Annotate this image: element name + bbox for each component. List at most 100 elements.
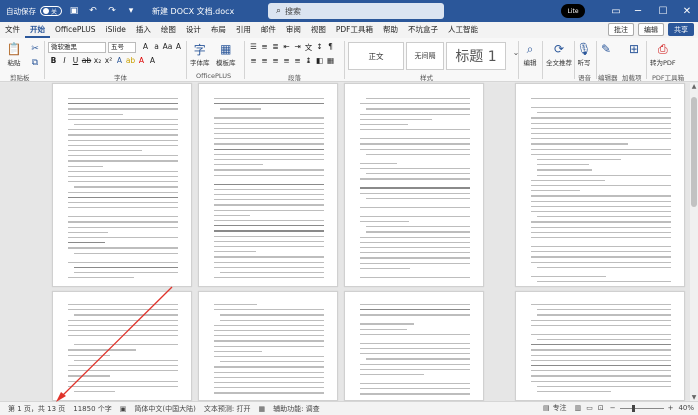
document-page[interactable] [344, 291, 484, 401]
document-page[interactable] [515, 83, 685, 287]
font-size-combo[interactable]: 五号 [108, 42, 136, 53]
font-library-button[interactable]: 字 字体库 [190, 41, 210, 68]
scroll-down-icon[interactable]: ▼ [690, 394, 698, 401]
decrease-indent-icon[interactable]: ⇤ [281, 42, 292, 53]
zoom-level[interactable]: 40% [678, 404, 694, 412]
show-marks-icon[interactable]: ¶ [325, 42, 336, 53]
template-library-button[interactable]: ▦ 模板库 [216, 41, 236, 67]
tab-islide[interactable]: iSlide [100, 22, 130, 38]
tab-review[interactable]: 审阅 [281, 22, 306, 38]
edit-mode-button[interactable]: 编辑 [638, 23, 664, 36]
editor-button[interactable]: ✎ [598, 41, 614, 57]
document-page[interactable] [52, 291, 192, 401]
line-spacing-icon[interactable]: ↨ [303, 56, 314, 65]
shading-icon[interactable]: ◧ [314, 56, 325, 65]
bold-icon[interactable]: B [48, 56, 59, 65]
focus-icon[interactable]: ▤ [543, 404, 550, 412]
macro-icon[interactable]: ▦ [258, 405, 265, 413]
accessibility-status[interactable]: 辅助功能: 调查 [273, 404, 320, 414]
web-layout-icon[interactable]: ⊡ [598, 404, 604, 412]
tab-file[interactable]: 文件 [0, 22, 25, 38]
shrink-font-icon[interactable]: a [151, 42, 162, 51]
more-icon[interactable]: ▾ [124, 4, 138, 18]
tab-design[interactable]: 设计 [181, 22, 206, 38]
share-button[interactable]: 共享 [668, 23, 694, 36]
comment-button[interactable]: 批注 [608, 23, 634, 36]
tab-draw[interactable]: 绘图 [156, 22, 181, 38]
change-case-icon[interactable]: Aa [162, 42, 173, 51]
style-no-spacing[interactable]: 无间隔 [406, 42, 444, 70]
convert-pdf-button[interactable]: ⎙ 转为PDF [650, 41, 676, 68]
document-page[interactable] [344, 83, 484, 287]
print-layout-icon[interactable]: ▭ [586, 404, 593, 412]
vertical-scrollbar[interactable]: ▲ ▼ [690, 83, 698, 401]
bullets-icon[interactable]: ☰ [248, 42, 259, 53]
document-page[interactable] [515, 291, 685, 401]
clear-format-icon[interactable]: A [173, 42, 184, 51]
language-status[interactable]: 简体中文(中国大陆) [134, 404, 195, 414]
document-page[interactable] [198, 83, 338, 287]
increase-indent-icon[interactable]: ⇥ [292, 42, 303, 53]
tab-layout[interactable]: 布局 [206, 22, 231, 38]
style-heading1[interactable]: 标题 1 [446, 42, 506, 70]
tab-insert[interactable]: 插入 [131, 22, 156, 38]
paste-button[interactable]: 📋 粘贴 [6, 41, 22, 67]
tab-mailings[interactable]: 邮件 [256, 22, 281, 38]
tab-view[interactable]: 视图 [306, 22, 331, 38]
autosave-toggle[interactable]: 关 [40, 6, 62, 16]
tab-help[interactable]: 帮助 [378, 22, 403, 38]
autosave-toggle-group[interactable]: 自动保存 关 [6, 6, 62, 17]
tab-pdf-toolbox[interactable]: PDF工具箱 [331, 22, 378, 38]
grow-font-icon[interactable]: A [140, 42, 151, 51]
tab-officeplus[interactable]: OfficePLUS [50, 22, 100, 38]
font-color-icon[interactable]: A [136, 56, 147, 65]
undo-icon[interactable]: ↶ [86, 4, 100, 18]
tab-references[interactable]: 引用 [231, 22, 256, 38]
chinese-layout-icon[interactable]: 文 [303, 42, 314, 53]
subscript-icon[interactable]: x₂ [92, 56, 103, 65]
spellcheck-icon[interactable]: ▣ [120, 405, 127, 413]
text-prediction[interactable]: 文本预测: 打开 [204, 404, 251, 414]
search-box[interactable]: ⌕ 搜索 [268, 3, 444, 19]
font-name-combo[interactable]: 微软雅黑 [48, 42, 106, 53]
read-mode-icon[interactable]: ▥ [575, 404, 582, 412]
text-effects-icon[interactable]: A [114, 56, 125, 65]
tab-bukeng[interactable]: 不坑盒子 [403, 22, 443, 38]
scroll-thumb[interactable] [691, 97, 697, 207]
char-shading-icon[interactable]: A [147, 56, 158, 65]
justify-icon[interactable]: ≡ [281, 56, 292, 65]
user-avatar[interactable]: Lite [561, 4, 585, 18]
close-icon[interactable]: ✕ [672, 0, 698, 22]
redo-icon[interactable]: ↷ [105, 4, 119, 18]
dictate-button[interactable]: 🎙 听写 [576, 41, 592, 67]
numbering-icon[interactable]: ≡ [259, 42, 270, 53]
align-center-icon[interactable]: ≡ [259, 56, 270, 65]
word-count[interactable]: 11850 个字 [73, 404, 112, 414]
full-recommend-button[interactable]: ⟳ 全文推荐 [546, 41, 572, 67]
superscript-icon[interactable]: x² [103, 56, 114, 65]
align-right-icon[interactable]: ≡ [270, 56, 281, 65]
zoom-in-icon[interactable]: + [668, 404, 674, 412]
page-count[interactable]: 第 1 页，共 13 页 [8, 404, 65, 414]
tab-ai[interactable]: 人工智能 [443, 22, 483, 38]
borders-icon[interactable]: ▦ [325, 56, 336, 65]
document-canvas[interactable] [0, 83, 690, 401]
style-normal[interactable]: 正文 [348, 42, 404, 70]
distributed-icon[interactable]: ≡ [292, 56, 303, 65]
strikethrough-icon[interactable]: ab [81, 56, 92, 65]
save-icon[interactable]: ▣ [67, 4, 81, 18]
edit-button[interactable]: ⌕ 编辑 [522, 41, 538, 68]
tab-home[interactable]: 开始 [25, 22, 50, 38]
document-page[interactable] [52, 83, 192, 287]
align-left-icon[interactable]: ≡ [248, 56, 259, 65]
highlight-icon[interactable]: ab [125, 56, 136, 65]
focus-mode[interactable]: 专注 [553, 403, 567, 413]
addin-button[interactable]: ⊞ [626, 41, 642, 57]
zoom-slider[interactable] [619, 404, 664, 412]
zoom-knob[interactable] [631, 404, 635, 412]
zoom-out-icon[interactable]: − [610, 404, 616, 412]
copy-button[interactable]: ⧉ [27, 55, 43, 71]
sort-icon[interactable]: ↕ [314, 42, 325, 53]
document-page[interactable] [198, 291, 338, 401]
multilevel-list-icon[interactable]: ≣ [270, 42, 281, 53]
